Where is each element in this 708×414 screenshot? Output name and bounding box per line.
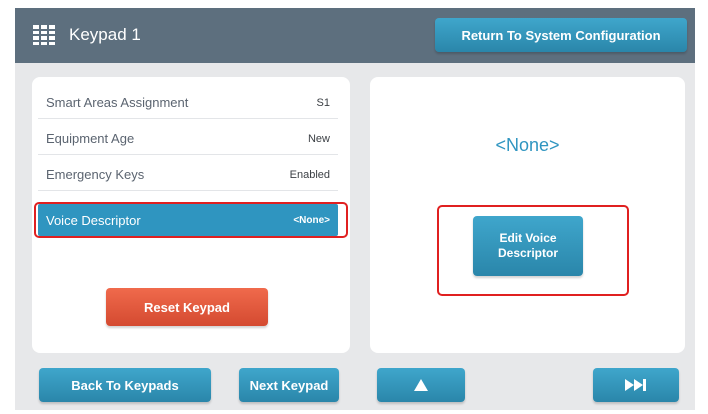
keypad-grid-icon (33, 25, 55, 45)
skip-forward-button[interactable] (593, 368, 679, 402)
triangle-up-icon (414, 379, 428, 391)
header-bar: Keypad 1 Return To System Configuration (15, 8, 695, 63)
reset-keypad-button[interactable]: Reset Keypad (106, 288, 268, 326)
skip-forward-icon (625, 379, 646, 391)
setting-row-emergency-keys[interactable]: Emergency Keys Enabled (38, 159, 338, 191)
setting-row-equipment-age[interactable]: Equipment Age New (38, 123, 338, 155)
setting-label: Equipment Age (46, 131, 135, 146)
setting-label: Smart Areas Assignment (46, 95, 189, 110)
detail-panel: <None> Edit Voice Descriptor (370, 77, 685, 353)
settings-panel: Smart Areas Assignment S1 Equipment Age … (32, 77, 350, 353)
edit-voice-descriptor-button[interactable]: Edit Voice Descriptor (473, 216, 583, 276)
back-to-keypads-button[interactable]: Back To Keypads (39, 368, 211, 402)
up-button[interactable] (377, 368, 465, 402)
next-keypad-button[interactable]: Next Keypad (239, 368, 339, 402)
setting-value: S1 (316, 96, 330, 109)
voice-descriptor-value: <None> (495, 135, 560, 155)
page-title: Keypad 1 (69, 25, 141, 44)
selection-highlight-box (34, 202, 348, 238)
setting-value: New (307, 132, 330, 145)
return-to-system-configuration-button[interactable]: Return To System Configuration (435, 18, 687, 52)
keypad-screen: Keypad 1 Return To System Configuration … (15, 8, 695, 410)
setting-row-smart-areas[interactable]: Smart Areas Assignment S1 (38, 87, 338, 119)
setting-value: Enabled (289, 168, 330, 181)
setting-label: Emergency Keys (46, 167, 145, 182)
